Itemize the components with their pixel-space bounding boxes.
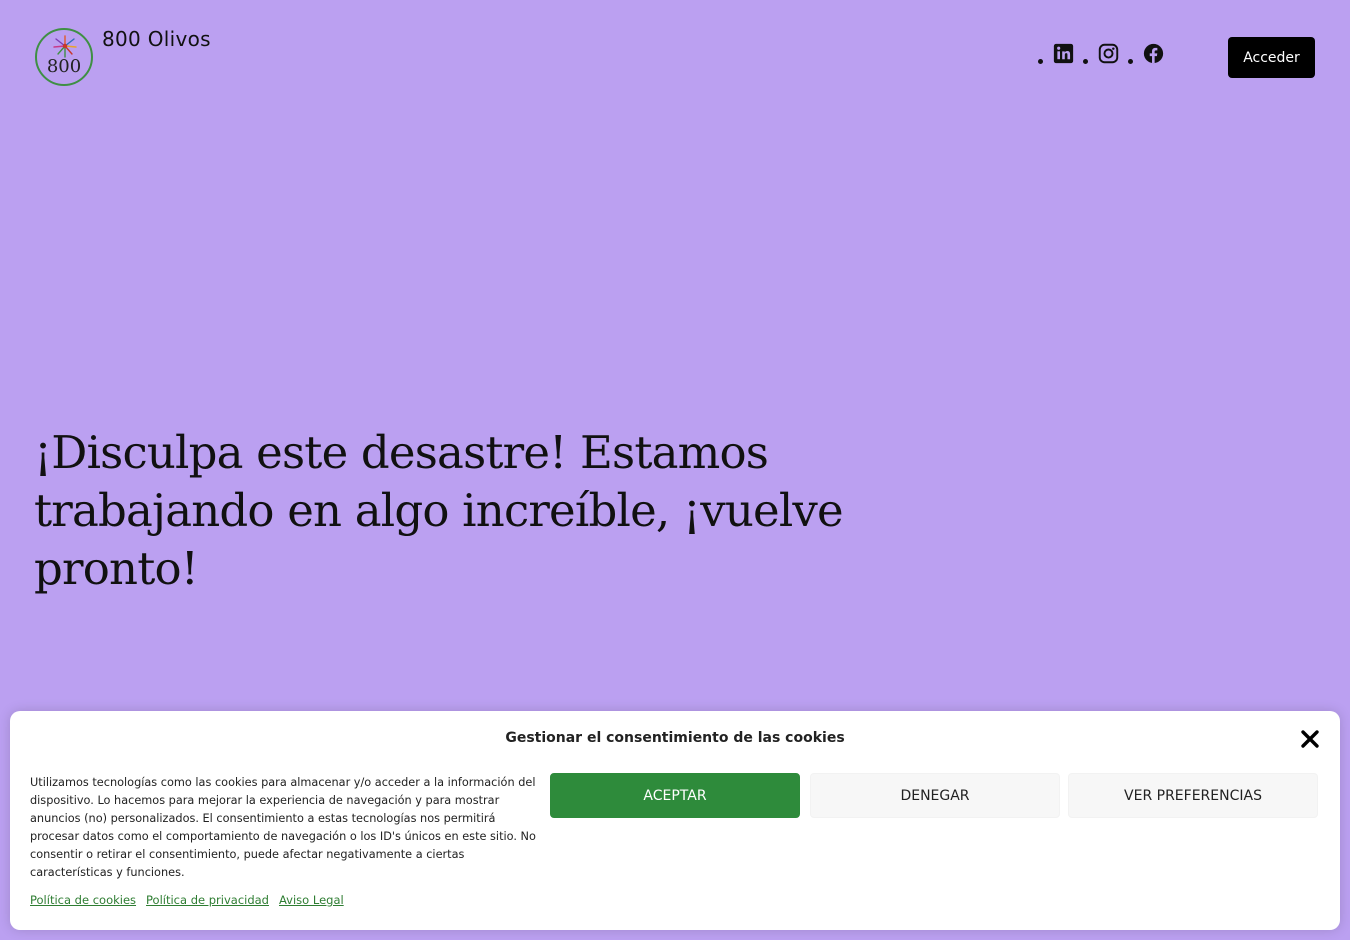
accept-cookies-button[interactable]: ACEPTAR [550,773,800,818]
legal-notice-link[interactable]: Aviso Legal [279,893,344,907]
close-icon[interactable] [1300,729,1320,749]
separator-dot [1128,58,1133,64]
site-title[interactable]: 800 Olivos [102,27,211,51]
cookie-banner-title: Gestionar el consentimiento de las cooki… [505,730,845,746]
linkedin-icon[interactable] [1052,42,1074,64]
site-header: 800 800 Olivos Acceder [0,0,1350,110]
social-links [1038,42,1173,64]
cookie-banner-message: Utilizamos tecnologías como las cookies … [30,776,536,879]
maintenance-headline: ¡Disculpa este desastre! Estamos trabaja… [34,426,844,595]
privacy-policy-link[interactable]: Política de privacidad [146,893,269,907]
separator-dot [1083,58,1088,64]
site-logo[interactable]: 800 [35,28,93,86]
facebook-icon[interactable] [1142,42,1164,64]
separator-dot [1038,58,1043,64]
cookie-consent-banner: Gestionar el consentimiento de las cooki… [10,711,1340,930]
cookie-banner-links: Política de cookies Política de privacid… [30,893,344,907]
view-preferences-button[interactable]: VER PREFERENCIAS [1068,773,1318,818]
login-button[interactable]: Acceder [1228,37,1315,78]
deny-cookies-button[interactable]: DENEGAR [810,773,1060,818]
cookie-policy-link[interactable]: Política de cookies [30,893,136,907]
instagram-icon[interactable] [1097,42,1119,64]
flower-logo-icon [53,35,77,58]
logo-text: 800 [46,56,82,77]
